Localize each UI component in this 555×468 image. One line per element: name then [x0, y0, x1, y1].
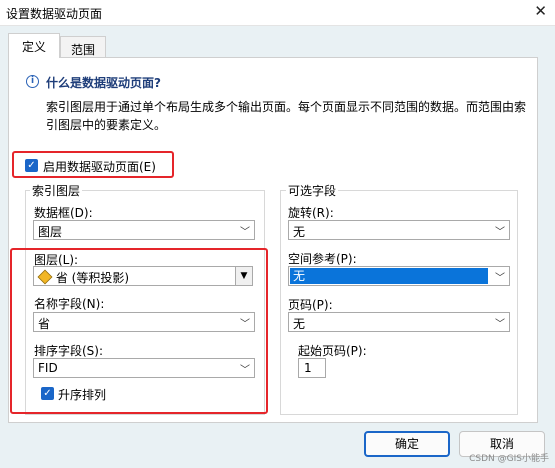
- info-icon: i: [26, 75, 39, 88]
- enable-checkbox[interactable]: ✓: [25, 159, 38, 172]
- frame-select[interactable]: 图层 ﹀: [33, 220, 255, 240]
- chevron-down-icon: ﹀: [495, 227, 505, 238]
- start-page-label: 起始页码(P):: [298, 344, 367, 358]
- chevron-down-icon: ﹀: [240, 319, 250, 330]
- ok-button[interactable]: 确定: [364, 431, 450, 457]
- polygon-layer-icon: [37, 269, 53, 285]
- rotation-select[interactable]: 无 ﹀: [288, 220, 510, 240]
- tab-definition[interactable]: 定义: [8, 33, 60, 58]
- optional-fields-group-title: 可选字段: [286, 182, 339, 199]
- chevron-down-icon: ﹀: [495, 319, 505, 330]
- title-bar: 设置数据驱动页面 ✕: [0, 0, 555, 26]
- watermark: CSDN @GIS小能手: [469, 454, 549, 464]
- enable-label: 启用数据驱动页面(E): [43, 160, 156, 174]
- sort-field-select[interactable]: FID ﹀: [33, 358, 255, 378]
- tab-extent[interactable]: 范围: [60, 36, 106, 58]
- page-number-select[interactable]: 无 ﹀: [288, 312, 510, 332]
- name-field-label: 名称字段(N):: [34, 297, 105, 311]
- selected-value: 无: [290, 268, 488, 284]
- start-page-input[interactable]: 1: [298, 358, 326, 378]
- name-field-select[interactable]: 省 ﹀: [33, 312, 255, 332]
- info-text: 索引图层用于通过单个布局生成多个输出页面。每个页面显示不同范围的数据。而范围由索…: [46, 100, 527, 132]
- spatial-ref-label: 空间参考(P):: [288, 252, 357, 266]
- sort-field-label: 排序字段(S):: [34, 344, 104, 358]
- ascending-label: 升序排列: [58, 388, 107, 402]
- rotation-label: 旋转(R):: [288, 206, 334, 220]
- info-title: 什么是数据驱动页面?: [46, 76, 161, 90]
- close-icon[interactable]: ✕: [534, 2, 547, 20]
- chevron-down-icon: ﹀: [495, 273, 505, 284]
- chevron-down-icon: ▼: [235, 267, 252, 285]
- spatial-ref-select[interactable]: 无 ﹀: [288, 266, 510, 286]
- page-number-label: 页码(P):: [288, 298, 333, 312]
- frame-label: 数据框(D):: [34, 206, 93, 220]
- window-title: 设置数据驱动页面: [6, 7, 103, 21]
- ascending-checkbox[interactable]: ✓: [41, 387, 54, 400]
- chevron-down-icon: ﹀: [240, 365, 250, 376]
- layer-select[interactable]: 省 (等积投影) ▼: [33, 266, 253, 286]
- index-layer-group-title: 索引图层: [30, 182, 83, 199]
- chevron-down-icon: ﹀: [240, 227, 250, 238]
